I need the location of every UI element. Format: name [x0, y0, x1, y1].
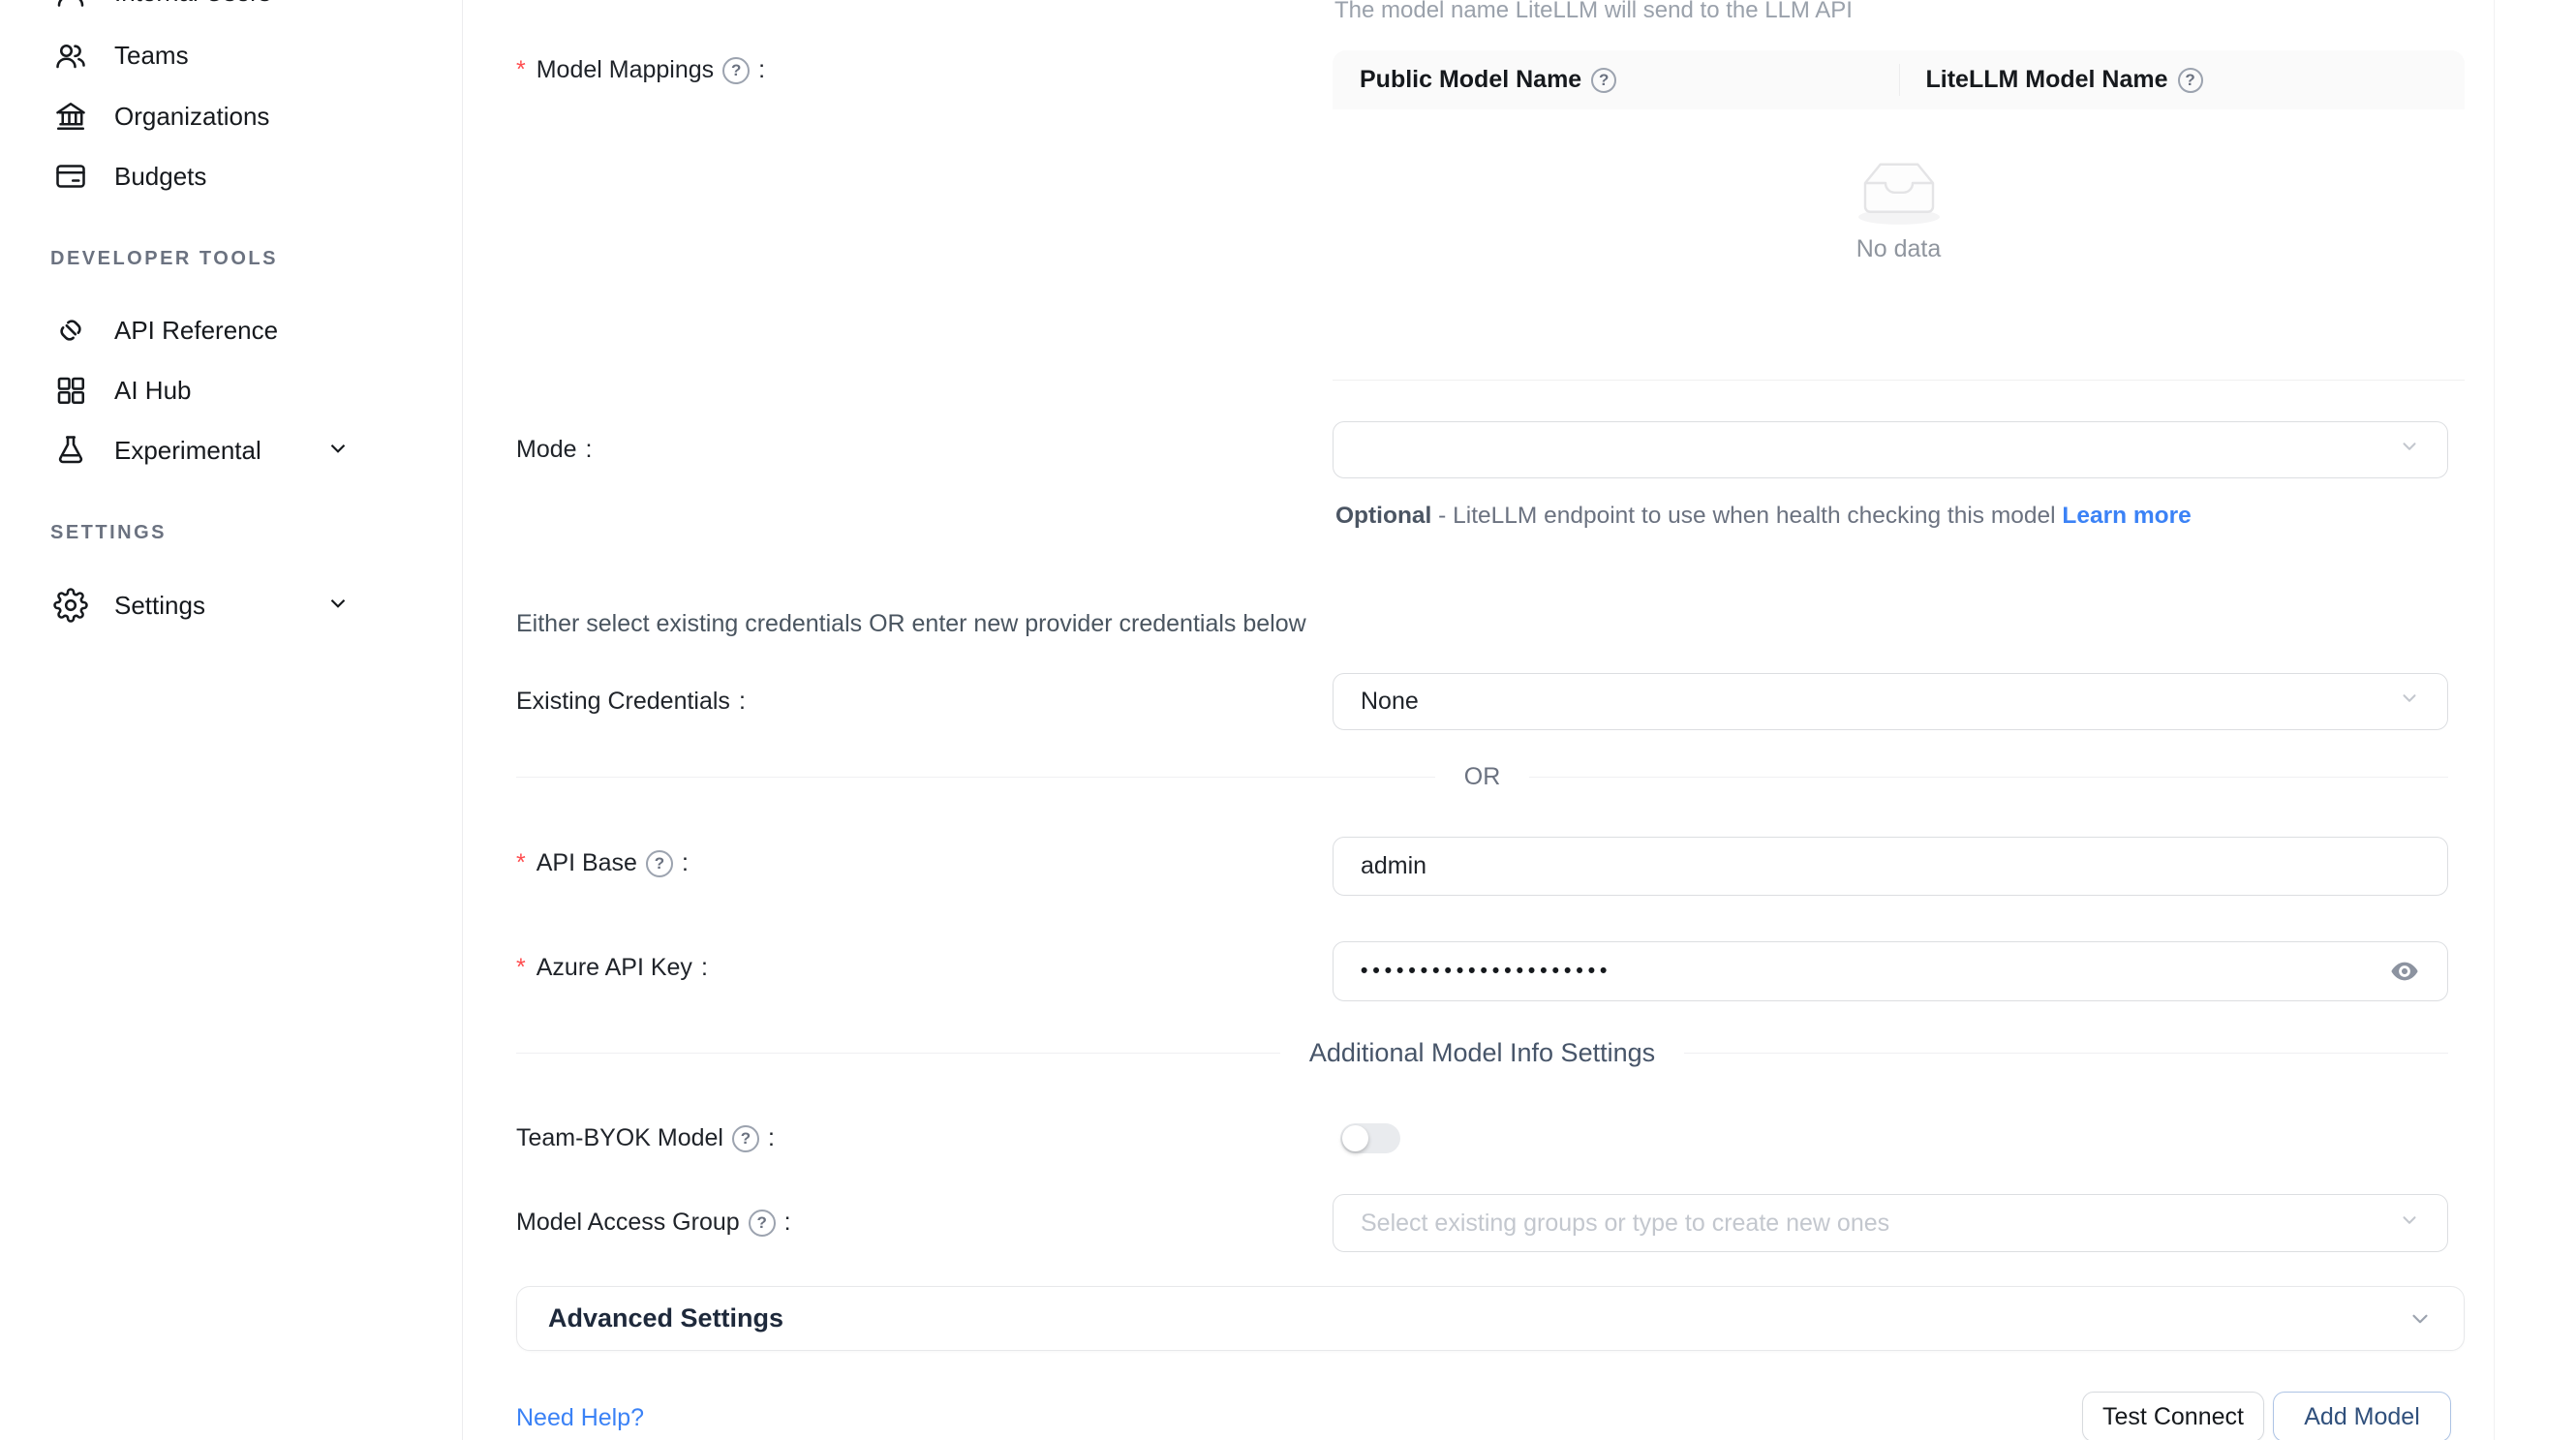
empty-state: No data: [1333, 152, 2465, 263]
help-question-icon[interactable]: ?: [749, 1210, 776, 1237]
empty-text: No data: [1856, 235, 1942, 263]
mode-label: Mode :: [516, 436, 593, 464]
flask-icon: [53, 433, 88, 468]
chevron-down-icon: [325, 436, 351, 466]
existing-credentials-label: Existing Credentials :: [516, 688, 746, 716]
gear-icon: [53, 588, 88, 623]
sidebar-item-label: Organizations: [114, 102, 269, 132]
chevron-down-icon: [2399, 1210, 2420, 1238]
advanced-settings-panel[interactable]: Advanced Settings: [516, 1286, 2465, 1351]
sidebar-item-label: Teams: [114, 41, 189, 71]
azure-api-key-label: * Azure API Key :: [516, 954, 708, 982]
sidebar-item-internal-users[interactable]: Internal Users: [0, 0, 462, 19]
bank-icon: [53, 99, 88, 134]
api-plug-icon: [53, 313, 88, 348]
sidebar-item-label: Budgets: [114, 162, 206, 192]
eye-icon[interactable]: [2389, 956, 2420, 987]
select-placeholder: Select existing groups or type to create…: [1361, 1210, 1889, 1238]
sidebar-section-developer-tools: DEVELOPER TOOLS: [50, 248, 278, 270]
credit-card-icon: [53, 159, 88, 194]
chevron-down-icon: [2407, 1306, 2433, 1332]
sidebar: Internal Users Teams Organizations Budge…: [0, 0, 463, 1440]
mode-select[interactable]: [1333, 421, 2448, 478]
sidebar-item-ai-hub[interactable]: AI Hub: [0, 363, 462, 417]
required-asterisk: *: [516, 56, 526, 84]
sidebar-item-label: Internal Users: [114, 0, 271, 8]
advanced-settings-title: Advanced Settings: [548, 1303, 783, 1333]
existing-credentials-select[interactable]: None: [1333, 673, 2448, 730]
test-connect-button[interactable]: Test Connect: [2082, 1392, 2264, 1440]
api-base-input[interactable]: admin: [1333, 837, 2448, 896]
sidebar-item-organizations[interactable]: Organizations: [0, 89, 462, 143]
model-access-group-label: Model Access Group ? :: [516, 1209, 791, 1237]
panel-right-border: [2494, 0, 2495, 1440]
model-name-help-note: The model name LiteLLM will send to the …: [1334, 0, 1853, 24]
selected-value: None: [1361, 688, 1419, 716]
help-question-icon[interactable]: ?: [722, 57, 750, 84]
required-asterisk: *: [516, 954, 526, 982]
sidebar-item-label: API Reference: [114, 316, 278, 346]
column-litellm-model-name: LiteLLM Model Name ?: [1899, 50, 2466, 109]
grid-icon: [53, 373, 88, 408]
additional-settings-divider: Additional Model Info Settings: [516, 1038, 2448, 1068]
sidebar-item-api-reference[interactable]: API Reference: [0, 303, 462, 357]
user-icon: [53, 0, 88, 10]
credentials-note: Either select existing credentials OR en…: [516, 610, 1306, 638]
masked-password-value: •••••••••••••••••••••: [1361, 960, 1611, 983]
team-byok-toggle[interactable]: [1340, 1123, 1400, 1153]
teams-icon: [53, 38, 88, 73]
api-base-label: * API Base ? :: [516, 849, 689, 877]
help-question-icon[interactable]: ?: [732, 1125, 759, 1152]
model-mappings-table: Public Model Name ? LiteLLM Model Name ?…: [1333, 50, 2465, 381]
team-byok-label: Team-BYOK Model ? :: [516, 1124, 775, 1152]
app-window: Internal Users Teams Organizations Budge…: [0, 0, 2576, 1440]
add-model-form: The model name LiteLLM will send to the …: [463, 0, 2576, 1440]
column-public-model-name: Public Model Name ?: [1333, 50, 1899, 109]
chevron-down-icon: [325, 591, 351, 621]
mode-help-text: Optional - LiteLLM endpoint to use when …: [1335, 497, 2289, 536]
or-divider: OR: [516, 763, 2448, 791]
sidebar-item-label: Experimental: [114, 436, 261, 466]
help-question-icon[interactable]: ?: [2178, 68, 2203, 93]
sidebar-item-budgets[interactable]: Budgets: [0, 149, 462, 203]
empty-inbox-icon: [1845, 152, 1953, 228]
chevron-down-icon: [2399, 436, 2420, 464]
help-question-icon[interactable]: ?: [1591, 68, 1616, 93]
need-help-link[interactable]: Need Help?: [516, 1404, 644, 1432]
model-mappings-label: * Model Mappings ? :: [516, 56, 765, 84]
required-asterisk: *: [516, 849, 526, 877]
add-model-button[interactable]: Add Model: [2273, 1392, 2451, 1440]
model-access-group-select[interactable]: Select existing groups or type to create…: [1333, 1194, 2448, 1252]
table-header-row: Public Model Name ? LiteLLM Model Name ?: [1333, 50, 2465, 109]
azure-api-key-input[interactable]: •••••••••••••••••••••: [1333, 941, 2448, 1001]
sidebar-item-experimental[interactable]: Experimental: [0, 423, 462, 477]
input-value: admin: [1361, 852, 1426, 880]
sidebar-item-label: AI Hub: [114, 376, 192, 406]
learn-more-link[interactable]: Learn more: [2062, 503, 2191, 529]
sidebar-item-label: Settings: [114, 591, 205, 621]
toggle-knob: [1342, 1125, 1368, 1151]
chevron-down-icon: [2399, 688, 2420, 716]
sidebar-item-teams[interactable]: Teams: [0, 28, 462, 82]
sidebar-section-settings: SETTINGS: [50, 522, 167, 544]
help-question-icon[interactable]: ?: [646, 850, 673, 877]
sidebar-item-settings[interactable]: Settings: [0, 578, 462, 632]
